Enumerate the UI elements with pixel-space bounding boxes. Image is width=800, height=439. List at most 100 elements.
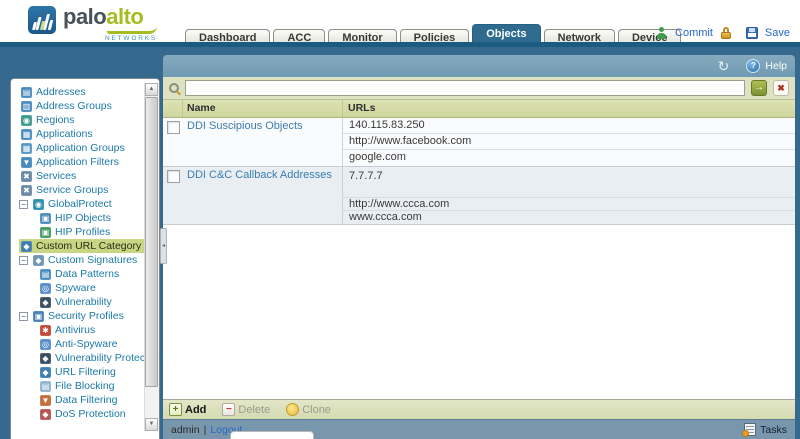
help-link[interactable]: Help bbox=[765, 60, 787, 72]
tree-collapse-icon[interactable]: − bbox=[19, 200, 28, 209]
search-go-icon[interactable]: → bbox=[751, 80, 767, 96]
sidebar-item-data-patterns[interactable]: ▤Data Patterns bbox=[11, 267, 145, 281]
sidebar-scrollbar[interactable]: ▲ ▼ bbox=[144, 83, 159, 431]
globalprotect-icon: ◉ bbox=[33, 199, 44, 210]
tree-collapse-icon[interactable]: − bbox=[19, 256, 28, 265]
sidebar-item-label: Application Filters bbox=[36, 156, 119, 168]
tasks-popup-edge bbox=[230, 431, 314, 439]
sidebar-item-antivirus[interactable]: ✱Antivirus bbox=[11, 323, 145, 337]
sidebar-item-anti-spyware[interactable]: ◎Anti-Spyware bbox=[11, 337, 145, 351]
sidebar-item-label: Custom Signatures bbox=[48, 254, 137, 266]
delete-icon: − bbox=[222, 403, 235, 416]
urls-cell: 7.7.7.7http://www.ccca.comwww.ccca.com bbox=[343, 167, 795, 224]
sidebar-item-globalprotect[interactable]: −◉GlobalProtect bbox=[11, 197, 145, 211]
sidebar-item-inner: ▦Application Groups bbox=[19, 141, 131, 155]
delete-button[interactable]: − Delete bbox=[222, 403, 270, 416]
vulnerability-protection-icon: ◆ bbox=[40, 353, 51, 364]
sidebar-collapse-icon[interactable]: ◂ bbox=[160, 228, 167, 264]
name-cell: DDI Suscipious Objects bbox=[183, 118, 343, 166]
application-filters-icon: ▼ bbox=[21, 157, 32, 168]
security-profiles-icon: ▣ bbox=[33, 311, 44, 322]
sidebar-item-vulnerability-protection[interactable]: ◆Vulnerability Protection bbox=[11, 351, 145, 365]
sidebar-item-inner: ✖Service Groups bbox=[19, 183, 114, 197]
refresh-icon[interactable]: ↻ bbox=[718, 59, 730, 73]
sidebar: ▤Addresses▥Address Groups◉Regions▦Applic… bbox=[10, 78, 160, 439]
sidebar-item-label: Application Groups bbox=[36, 142, 125, 154]
checkbox-cell bbox=[163, 118, 183, 166]
sidebar-item-label: Services bbox=[36, 170, 76, 182]
url-category-link[interactable]: DDI Suscipious Objects bbox=[187, 120, 303, 132]
sidebar-item-inner: ◉GlobalProtect bbox=[31, 197, 118, 211]
column-header-urls[interactable]: URLs bbox=[343, 100, 795, 117]
sidebar-item-service-groups[interactable]: ✖Service Groups bbox=[11, 183, 145, 197]
sidebar-item-address-groups[interactable]: ▥Address Groups bbox=[11, 99, 145, 113]
regions-icon: ◉ bbox=[21, 115, 32, 126]
sidebar-item-spyware[interactable]: ◎Spyware bbox=[11, 281, 145, 295]
search-input[interactable] bbox=[185, 80, 745, 96]
sidebar-item-custom-signatures[interactable]: −◆Custom Signatures bbox=[11, 253, 145, 267]
sidebar-item-vulnerability[interactable]: ◆Vulnerability bbox=[11, 295, 145, 309]
tasks-label: Tasks bbox=[760, 424, 787, 436]
header-divider-bar bbox=[0, 42, 800, 47]
data-filtering-icon: ▼ bbox=[40, 395, 51, 406]
sidebar-item-security-profiles[interactable]: −▣Security Profiles bbox=[11, 309, 145, 323]
clone-button-label: Clone bbox=[302, 404, 331, 416]
tasks-button[interactable]: Tasks bbox=[744, 423, 787, 436]
url-category-link[interactable]: DDI C&C Callback Addresses bbox=[187, 169, 332, 181]
url-value: 7.7.7.7 bbox=[343, 167, 795, 198]
data-patterns-icon: ▤ bbox=[40, 269, 51, 280]
scrollbar-thumb[interactable] bbox=[145, 97, 158, 387]
sidebar-item-label: Addresses bbox=[36, 86, 86, 98]
sidebar-item-label: Service Groups bbox=[36, 184, 108, 196]
table-body: DDI Suscipious Objects140.115.83.250http… bbox=[163, 118, 795, 225]
sidebar-item-dos-protection[interactable]: ◆DoS Protection bbox=[11, 407, 145, 421]
add-button[interactable]: + Add bbox=[169, 403, 206, 416]
sidebar-item-label: Data Filtering bbox=[55, 394, 117, 406]
column-header-name[interactable]: Name bbox=[183, 100, 343, 117]
clone-button[interactable]: Clone bbox=[286, 403, 331, 416]
scroll-up-icon[interactable]: ▲ bbox=[145, 83, 158, 96]
sidebar-item-hip-profiles[interactable]: ▣HIP Profiles bbox=[11, 225, 145, 239]
help-icon[interactable]: ? bbox=[746, 59, 760, 73]
sidebar-item-data-filtering[interactable]: ▼ Data Filtering bbox=[11, 393, 145, 407]
sidebar-item-label: Vulnerability bbox=[55, 296, 112, 308]
sidebar-item-file-blocking[interactable]: ▤File Blocking bbox=[11, 379, 145, 393]
url-value: www.ccca.com bbox=[343, 211, 795, 224]
table-empty-area bbox=[163, 225, 795, 399]
url-value: http://www.ccca.com bbox=[343, 198, 795, 211]
sidebar-item-inner: ▤File Blocking bbox=[38, 379, 121, 393]
sidebar-item-label: URL Filtering bbox=[55, 366, 116, 378]
sidebar-item-services[interactable]: ✖Services bbox=[11, 169, 145, 183]
row-checkbox[interactable] bbox=[167, 170, 180, 183]
sidebar-item-inner: ◎Anti-Spyware bbox=[38, 337, 123, 351]
sidebar-item-inner: ▤Data Patterns bbox=[38, 267, 125, 281]
sidebar-item-label: Applications bbox=[36, 128, 93, 140]
sidebar-item-label: Regions bbox=[36, 114, 75, 126]
url-value: http://www.facebook.com bbox=[343, 134, 795, 150]
save-button[interactable]: Save bbox=[765, 27, 790, 39]
bottom-toolbar: + Add − Delete Clone bbox=[163, 399, 795, 419]
hip-objects-icon: ▣ bbox=[40, 213, 51, 224]
sidebar-item-regions[interactable]: ◉ Regions bbox=[11, 113, 145, 127]
scroll-down-icon[interactable]: ▼ bbox=[145, 418, 158, 431]
top-header: paloalto NETWORKS DashboardACCMonitorPol… bbox=[0, 0, 800, 42]
commit-button[interactable]: Commit bbox=[675, 27, 713, 39]
sidebar-item-addresses[interactable]: ▤Addresses bbox=[11, 85, 145, 99]
file-blocking-icon: ▤ bbox=[40, 381, 51, 392]
select-all-column[interactable] bbox=[163, 100, 183, 117]
sidebar-item-inner: ◆DoS Protection bbox=[38, 407, 132, 421]
custom-url-category-icon: ◆ bbox=[21, 241, 32, 252]
sidebar-item-hip-objects[interactable]: ▣HIP Objects bbox=[11, 211, 145, 225]
sidebar-item-application-groups[interactable]: ▦Application Groups bbox=[11, 141, 145, 155]
search-clear-icon[interactable]: ✖ bbox=[773, 80, 789, 96]
unlock-icon[interactable] bbox=[720, 26, 731, 40]
url-value: 140.115.83.250 bbox=[343, 118, 795, 134]
tree-collapse-icon[interactable]: − bbox=[19, 312, 28, 321]
sidebar-item-custom-url-category[interactable]: ◆Custom URL Category bbox=[11, 239, 145, 253]
row-checkbox[interactable] bbox=[167, 121, 180, 134]
sidebar-item-inner: ▥Address Groups bbox=[19, 99, 118, 113]
sidebar-item-url-filtering[interactable]: ◆URL Filtering bbox=[11, 365, 145, 379]
sidebar-item-applications[interactable]: ▦Applications bbox=[11, 127, 145, 141]
logo-word-alto: alto bbox=[106, 4, 143, 29]
sidebar-item-application-filters[interactable]: ▼ Application Filters bbox=[11, 155, 145, 169]
